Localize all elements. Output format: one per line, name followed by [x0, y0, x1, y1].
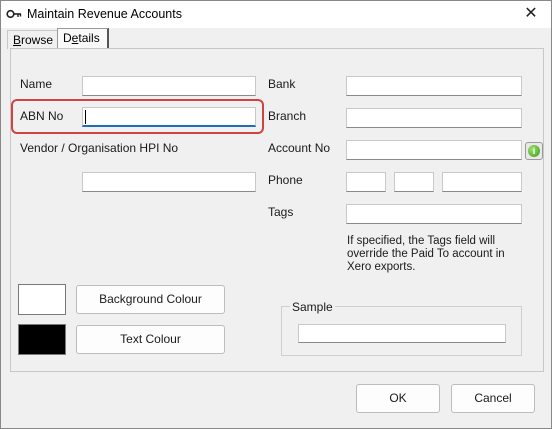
branch-label: Branch: [268, 109, 307, 123]
abn-field[interactable]: [82, 107, 256, 127]
tab-strip: Browse Details: [1, 28, 552, 49]
phone-area-field[interactable]: [346, 172, 386, 192]
sample-group-title: Sample: [290, 300, 335, 314]
cancel-button[interactable]: Cancel: [451, 384, 535, 413]
tab-browse-mnemonic: B: [13, 33, 22, 47]
title-bar: Maintain Revenue Accounts ✕: [1, 1, 551, 28]
name-label: Name: [20, 77, 53, 91]
tab-browse[interactable]: Browse: [7, 30, 57, 49]
tab-details-label-start: D: [63, 31, 72, 45]
account-info-button[interactable]: i: [525, 142, 543, 160]
bank-label: Bank: [268, 77, 296, 91]
text-caret: [85, 110, 86, 124]
background-colour-swatch: [18, 284, 66, 315]
bank-field[interactable]: [346, 76, 522, 96]
phone-prefix-field[interactable]: [394, 172, 434, 192]
tab-browse-label: rowse: [21, 33, 54, 47]
background-colour-button[interactable]: Background Colour: [76, 285, 225, 314]
tags-label: Tags: [268, 205, 294, 219]
dialog-window: Maintain Revenue Accounts ✕ Browse Detai…: [0, 0, 552, 429]
text-colour-button[interactable]: Text Colour: [76, 325, 225, 354]
branch-field[interactable]: [346, 108, 522, 128]
green-info-icon: i: [528, 145, 540, 157]
sample-preview-field[interactable]: [298, 324, 506, 343]
tab-details[interactable]: Details: [57, 28, 109, 49]
ok-button[interactable]: OK: [356, 384, 440, 413]
close-icon: ✕: [524, 5, 538, 22]
close-button[interactable]: ✕: [511, 1, 551, 28]
text-colour-swatch: [18, 324, 66, 355]
vendor-hpi-label: Vendor / Organisation HPI No: [20, 141, 179, 155]
phone-number-field[interactable]: [442, 172, 522, 192]
name-field[interactable]: [82, 76, 256, 96]
window-title: Maintain Revenue Accounts: [27, 7, 182, 21]
account-no-label: Account No: [268, 141, 331, 155]
account-no-field[interactable]: [346, 140, 522, 160]
tags-field[interactable]: [346, 204, 522, 224]
abn-label: ABN No: [20, 109, 64, 123]
tab-details-label: tails: [78, 31, 100, 45]
tags-note: If specified, the Tags field will overri…: [347, 235, 505, 273]
vendor-hpi-field[interactable]: [82, 172, 256, 192]
key-icon: [6, 9, 22, 19]
phone-label: Phone: [268, 173, 303, 187]
